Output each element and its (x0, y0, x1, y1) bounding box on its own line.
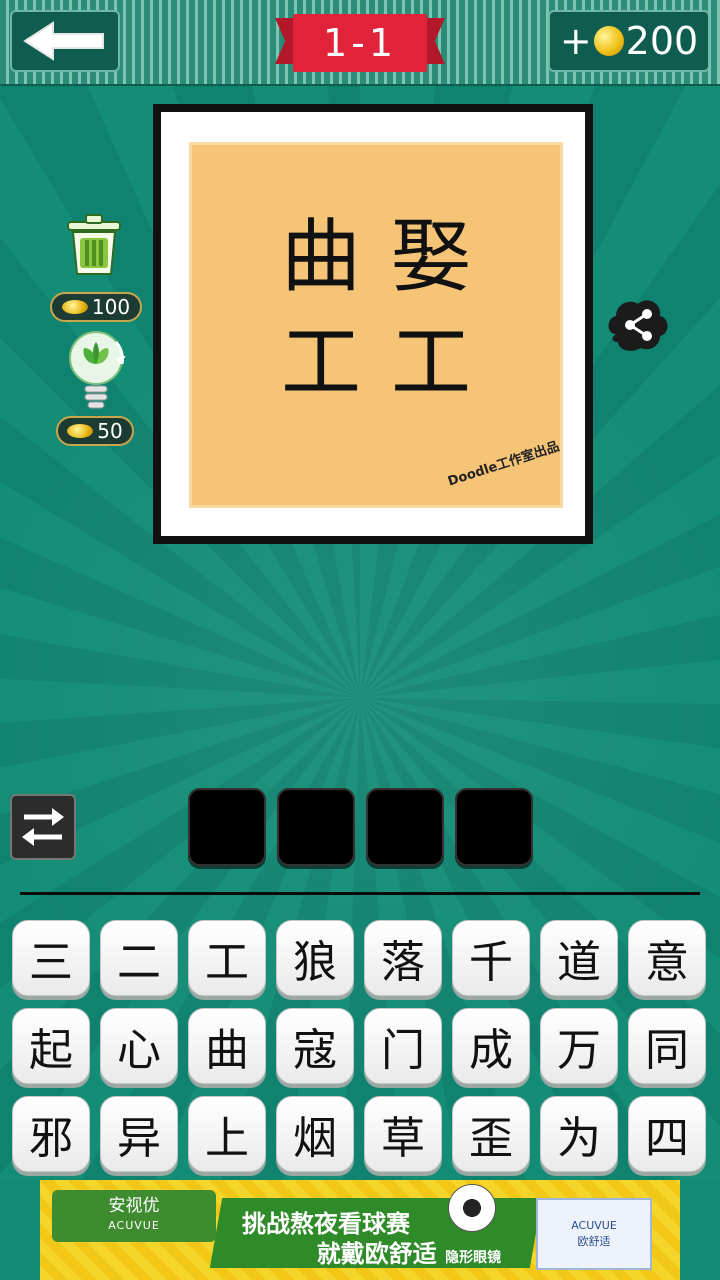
puzzle-card: 曲 娶 工 工 Doodle工作室出品 (189, 142, 563, 508)
level-ribbon: 1-1 (275, 14, 445, 72)
ad-product-name: 欧舒适 (577, 1235, 611, 1248)
share-icon (608, 300, 668, 351)
char-key[interactable]: 千 (452, 920, 530, 996)
level-label: 1-1 (293, 14, 427, 72)
char-key[interactable]: 落 (364, 920, 442, 996)
studio-credit: Doodle工作室出品 (445, 439, 562, 490)
char-key[interactable]: 门 (364, 1008, 442, 1084)
char-key[interactable]: 狼 (276, 920, 354, 996)
char-key[interactable]: 工 (188, 920, 266, 996)
clue-char: 工 (391, 316, 471, 409)
ad-brand-name: 安视优 (108, 1196, 160, 1216)
shuffle-button[interactable] (10, 794, 76, 860)
clue-char: 娶 (391, 210, 471, 303)
char-key[interactable]: 寇 (276, 1008, 354, 1084)
ad-slogan-small: 隐形眼镜 (445, 1250, 502, 1266)
char-key[interactable]: 道 (540, 920, 618, 996)
character-keyboard: 三 二 工 狼 落 千 道 意 起 心 曲 寇 门 成 万 同 邪 异 上 烟 … (12, 920, 708, 1172)
left-arrow-icon (23, 21, 104, 61)
coin-count: 200 (625, 19, 699, 63)
char-key[interactable]: 万 (540, 1008, 618, 1084)
clue-text: 曲 娶 工 工 (189, 204, 563, 416)
ad-product-brand: ACUVUE (571, 1219, 617, 1232)
char-key[interactable]: 成 (452, 1008, 530, 1084)
answer-slot[interactable] (277, 788, 355, 866)
hint-cost: 50 (97, 419, 123, 443)
char-key[interactable]: 歪 (452, 1096, 530, 1172)
remove-letters-button[interactable] (64, 212, 124, 278)
answer-slot[interactable] (366, 788, 444, 866)
shuffle-arrows-icon (22, 808, 64, 846)
add-coins-plus: + (559, 19, 592, 63)
clue-char: 曲 (281, 210, 361, 303)
soccer-ball-icon (448, 1184, 496, 1232)
ad-slogan-line2: 就戴欧舒适 (316, 1240, 437, 1268)
char-key[interactable]: 为 (540, 1096, 618, 1172)
char-key[interactable]: 三 (12, 920, 90, 996)
divider (20, 892, 700, 895)
answer-slots (188, 788, 533, 866)
char-key[interactable]: 烟 (276, 1096, 354, 1172)
trash-icon (67, 214, 121, 275)
char-key[interactable]: 异 (100, 1096, 178, 1172)
char-key[interactable]: 四 (628, 1096, 706, 1172)
puzzle-frame: 曲 娶 工 工 Doodle工作室出品 (153, 104, 593, 544)
hint-cost-badge: 50 (56, 416, 134, 446)
char-key[interactable]: 邪 (12, 1096, 90, 1172)
char-key[interactable]: 意 (628, 920, 706, 996)
coin-stack-icon (61, 300, 88, 314)
top-bar: 1-1 + 200 (0, 0, 720, 86)
char-key[interactable]: 曲 (188, 1008, 266, 1084)
char-key[interactable]: 二 (100, 920, 178, 996)
char-key[interactable]: 同 (628, 1008, 706, 1084)
remove-cost-badge: 100 (50, 292, 142, 322)
share-button[interactable] (606, 294, 670, 354)
remove-cost: 100 (91, 295, 131, 319)
answer-slot[interactable] (455, 788, 533, 866)
coin-stack-icon (67, 424, 94, 438)
hint-button[interactable] (64, 330, 130, 414)
char-key[interactable]: 心 (100, 1008, 178, 1084)
char-key[interactable]: 草 (364, 1096, 442, 1172)
ad-brand-logo: 安视优 ACUVUE (52, 1190, 216, 1242)
coin-icon (593, 26, 624, 56)
ad-banner[interactable]: 安视优 ACUVUE 挑战熬夜看球赛 就戴欧舒适 隐形眼镜 ACUVUE 欧舒适 (40, 1180, 680, 1280)
lightbulb-icon (69, 331, 126, 409)
clue-char: 工 (281, 316, 361, 409)
ad-product-box: ACUVUE 欧舒适 (536, 1198, 652, 1270)
char-key[interactable]: 起 (12, 1008, 90, 1084)
char-key[interactable]: 上 (188, 1096, 266, 1172)
ad-brand-sub: ACUVUE (108, 1219, 160, 1232)
answer-slot[interactable] (188, 788, 266, 866)
back-button[interactable] (10, 10, 120, 72)
coin-balance[interactable]: + 200 (548, 10, 710, 72)
